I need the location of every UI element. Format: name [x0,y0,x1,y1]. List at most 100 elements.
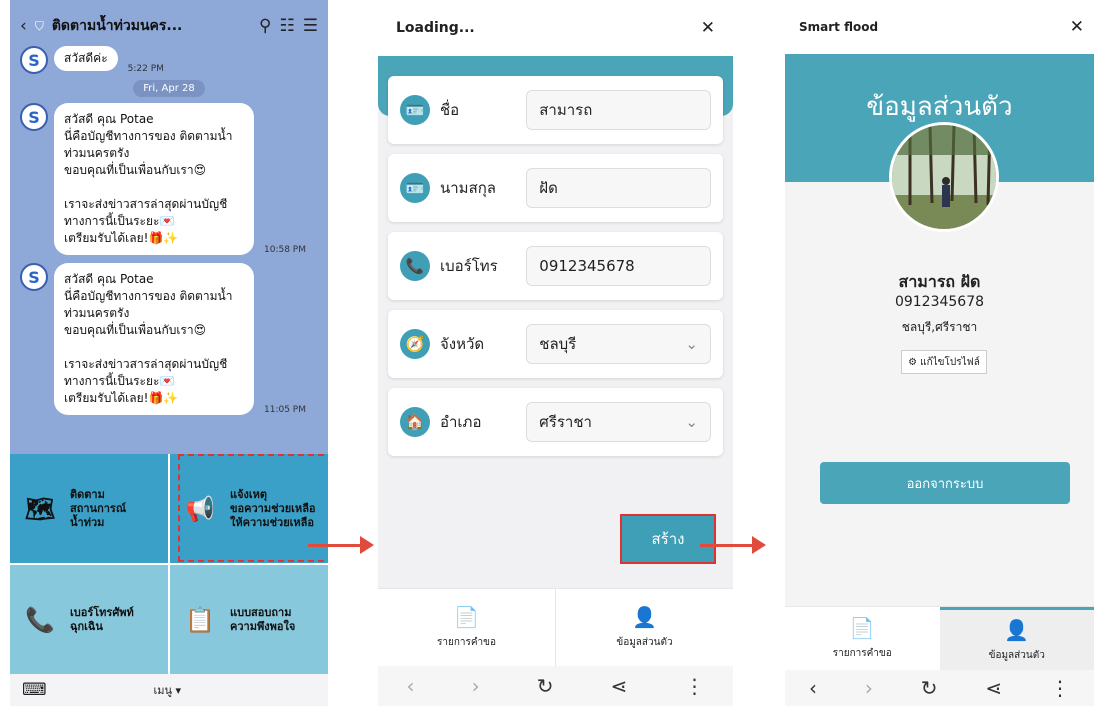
close-icon[interactable]: ✕ [1070,17,1084,37]
close-icon[interactable]: ✕ [701,18,715,38]
menu-survey[interactable]: 📋 แบบสอบถาม ความพึงพอใจ [170,565,328,674]
chat-message: S สวัสดี คุณ Potae นี่คือบัญชีทางการของ … [10,263,328,415]
field-phone: 📞 เบอร์โทร 0912345678 [388,232,723,300]
field-label: ชื่อ [440,101,460,119]
reload-icon[interactable]: ↻ [537,674,554,698]
tab-profile[interactable]: 👤 ข้อมูลส่วนตัว [939,607,1094,670]
logout-button[interactable]: ออกจากระบบ [820,462,1070,504]
chevron-down-icon: ⌄ [685,413,698,431]
profile-photo [889,122,999,232]
more-icon[interactable]: ⋮ [684,674,704,698]
tab-label: รายการคำขอ [436,637,497,648]
chat-header: ‹ ⛉ ติดตามน้ำท่วมนคร... ⚲ ☷ ☰ [10,0,328,52]
greeting-message: S สวัสดีค่ะ 5:22 PM [10,46,328,74]
bottom-tabs: 📄 รายการคำขอ 👤 ข้อมูลส่วนตัว [378,588,733,666]
forward-icon[interactable]: › [472,674,480,698]
field-province: 🧭 จังหวัด ชลบุรี ⌄ [388,310,723,378]
gear-icon: ⚙ [908,356,918,368]
forward-icon[interactable]: › [865,676,873,700]
menu-icon[interactable]: ☰ [303,16,318,36]
field-first-name: 🪪 ชื่อ สามารถ [388,76,723,144]
message-bubble: สวัสดี คุณ Potae นี่คือบัญชีทางการของ ติ… [54,263,254,415]
reload-icon[interactable]: ↻ [921,676,938,700]
flow-arrow [308,536,374,554]
tab-label: รายการคำขอ [832,648,892,659]
phone-input[interactable]: 0912345678 [526,246,711,286]
line-chat-screen: ‹ ⛉ ติดตามน้ำท่วมนคร... ⚲ ☷ ☰ S สวัสดีค่… [10,0,328,706]
highlight-box [178,454,328,562]
chevron-down-icon: ⌄ [685,335,698,353]
back-icon[interactable]: ‹ [20,16,27,36]
greeting-bubble: สวัสดีค่ะ [54,46,118,71]
date-chip: Fri, Apr 28 [133,80,205,97]
bottom-tabs: 📄 รายการคำขอ 👤 ข้อมูลส่วนตัว [785,606,1094,670]
field-label: นามสกุล [440,179,496,197]
chat-message: S สวัสดี คุณ Potae นี่คือบัญชีทางการของ … [10,103,328,255]
menu-toggle[interactable]: เมนู ▾ [47,681,288,699]
avatar: S [20,46,48,74]
tab-label: ข้อมูลส่วนตัว [988,649,1045,661]
flow-arrow [700,536,766,554]
id-card-icon: 🪪 [400,95,430,125]
tab-requests[interactable]: 📄 รายการคำขอ [785,607,940,670]
back-icon[interactable]: ‹ [809,676,817,700]
avatar: S [20,103,48,131]
field-label: อำเภอ [440,413,482,431]
create-button[interactable]: สร้าง [620,514,716,564]
search-icon[interactable]: ⚲ [259,16,271,36]
avatar: S [20,263,48,291]
tab-label: ข้อมูลส่วนตัว [616,637,673,648]
chat-title: ติดตามน้ำท่วมนคร... [51,18,183,34]
keyboard-icon[interactable]: ⌨ [22,680,47,700]
message-time: 10:58 PM [264,245,306,255]
profile-name: สามารถ ฝัด [898,272,981,291]
message-time: 5:22 PM [127,64,164,74]
document-icon: 📄 [454,605,479,629]
menu-label: เบอร์โทรศัพท์ ฉุกเฉิน [70,605,134,633]
create-form-screen: Loading... ✕ 🪪 ชื่อ สามารถ 🪪 นามสกุล ฝัด… [378,0,733,706]
profile-header: Smart flood ✕ [785,0,1094,54]
notes-icon[interactable]: ☷ [280,16,295,36]
district-select[interactable]: ศรีราชา ⌄ [526,402,711,442]
tab-profile[interactable]: 👤 ข้อมูลส่วนตัว [555,589,733,666]
field-last-name: 🪪 นามสกุล ฝัด [388,154,723,222]
province-select[interactable]: ชลบุรี ⌄ [526,324,711,364]
field-district: 🏠 อำเภอ ศรีราชา ⌄ [388,388,723,456]
menu-label: แบบสอบถาม ความพึงพอใจ [230,605,296,633]
home-icon: 🏠 [400,407,430,437]
chat-bottom-bar: ⌨ เมนู ▾ [10,674,328,706]
message-time: 11:05 PM [264,405,306,415]
more-icon[interactable]: ⋮ [1050,676,1070,700]
map-icon: 🗺 [24,494,56,523]
menu-label: ติดตาม สถานการณ์ น้ำท่วม [70,487,127,529]
form-header: Loading... ✕ [378,0,733,56]
browser-nav-bar: ‹ › ↻ ⋖ ⋮ [378,666,733,706]
first-name-input[interactable]: สามารถ [526,90,711,130]
share-icon[interactable]: ⋖ [611,674,628,698]
back-icon[interactable]: ‹ [407,674,415,698]
field-label: เบอร์โทร [440,257,498,275]
tab-requests[interactable]: 📄 รายการคำขอ [378,589,555,666]
menu-emergency-phone[interactable]: 📞 เบอร์โทรศัพท์ ฉุกเฉิน [10,565,168,674]
menu-flood-status[interactable]: 🗺 ติดตาม สถานการณ์ น้ำท่วม [10,454,168,563]
compass-icon: 🧭 [400,329,430,359]
shield-icon: ⛉ [34,18,44,33]
profile-location: ชลบุรี,ศรีราชา [901,320,978,334]
document-icon: 📄 [849,616,875,640]
edit-profile-label: แก้ไขโปรไฟล์ [920,356,980,368]
edit-profile-button[interactable]: ⚙ แก้ไขโปรไฟล์ [901,350,987,374]
last-name-input[interactable]: ฝัด [526,168,711,208]
app-title: Smart flood [799,20,879,34]
profile-phone: 0912345678 [894,294,985,310]
clipboard-icon: 📋 [185,605,215,634]
user-icon: 👤 [1004,617,1030,642]
browser-nav-bar: ‹ › ↻ ⋖ ⋮ [785,670,1094,706]
id-card-icon: 🪪 [400,173,430,203]
user-icon: 👤 [632,605,657,629]
field-label: จังหวัด [440,335,485,353]
message-bubble: สวัสดี คุณ Potae นี่คือบัญชีทางการของ ติ… [54,103,254,255]
phone-icon: 📞 [400,251,430,281]
phone-icon: 📞 [25,605,55,634]
form-title: Loading... [396,20,475,36]
share-icon[interactable]: ⋖ [985,676,1002,700]
